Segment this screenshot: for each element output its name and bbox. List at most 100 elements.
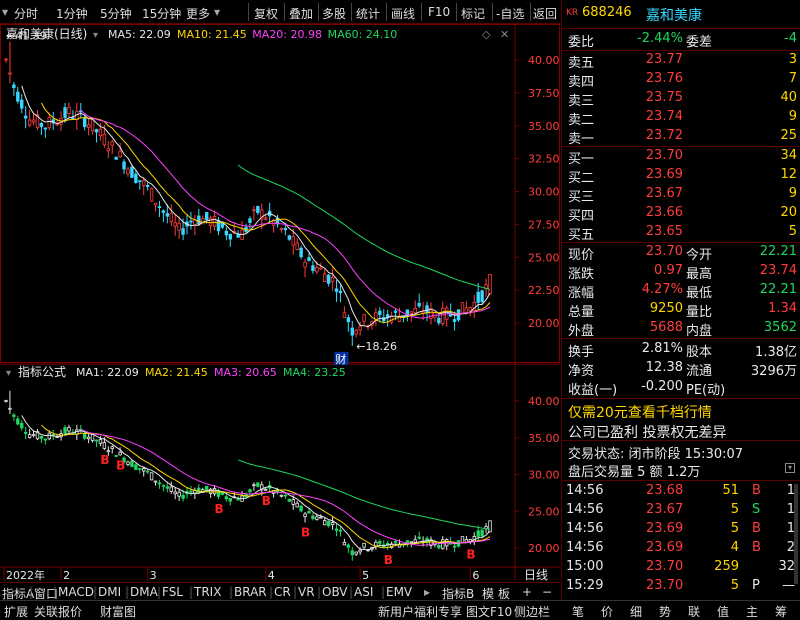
kline-candle[interactable] bbox=[208, 217, 213, 226]
indicator-tab[interactable]: ASI bbox=[354, 585, 373, 599]
indicator-tab[interactable]: BRAR bbox=[234, 585, 267, 599]
kline-candle[interactable] bbox=[197, 215, 201, 225]
indicator-tab[interactable]: OBV bbox=[322, 585, 348, 599]
f10-graphic-link[interactable]: 图文F10 bbox=[466, 603, 512, 620]
kline-candle[interactable] bbox=[279, 228, 284, 230]
kline-candle[interactable] bbox=[110, 141, 114, 146]
kline-candle[interactable] bbox=[311, 265, 315, 271]
kline-candle[interactable] bbox=[134, 173, 138, 183]
kline-candle[interactable] bbox=[153, 202, 158, 206]
kline-candle[interactable] bbox=[161, 210, 166, 213]
kline-candle[interactable] bbox=[67, 106, 71, 114]
kline-candle[interactable] bbox=[338, 290, 343, 294]
kline-candle[interactable] bbox=[460, 302, 465, 315]
multi-stock-button[interactable]: 多股 bbox=[322, 5, 346, 22]
kline-candle[interactable] bbox=[476, 291, 480, 303]
kline-candle[interactable] bbox=[224, 230, 229, 236]
settings-dropdown-icon[interactable]: ▾ bbox=[93, 30, 98, 41]
period-tab-5min[interactable]: 5分钟 bbox=[100, 5, 132, 22]
period-tab-15min[interactable]: 15分钟 bbox=[142, 5, 181, 22]
side-view-tab[interactable]: 价 bbox=[601, 603, 613, 620]
side-view-tab[interactable]: 势 bbox=[659, 603, 671, 620]
kline-candle[interactable] bbox=[189, 220, 193, 223]
kline-candle[interactable] bbox=[106, 148, 111, 152]
mark-button[interactable]: 标记 bbox=[461, 5, 485, 22]
f10-button[interactable]: F10 bbox=[428, 5, 450, 19]
related-quote-tab[interactable]: 关联报价 bbox=[34, 603, 82, 620]
kline-candle[interactable] bbox=[157, 206, 162, 208]
kline-candle[interactable] bbox=[362, 314, 366, 322]
kline-candle[interactable] bbox=[149, 188, 154, 202]
kline-candle[interactable] bbox=[90, 119, 95, 132]
kline-candle[interactable] bbox=[27, 119, 32, 126]
financial-report-label[interactable]: 财 bbox=[335, 352, 346, 366]
indicator-tab[interactable]: DMA bbox=[130, 585, 158, 599]
kline-candle[interactable] bbox=[441, 307, 445, 324]
fuquan-button[interactable]: 复权 bbox=[254, 5, 278, 22]
kline-candle[interactable] bbox=[94, 129, 99, 133]
close-panel-icon[interactable]: ✕ bbox=[500, 28, 509, 41]
kline-candle[interactable] bbox=[138, 180, 142, 183]
kline-candle[interactable] bbox=[326, 274, 331, 284]
expand-icon[interactable]: ▾ bbox=[785, 463, 795, 473]
kline-candle[interactable] bbox=[118, 151, 122, 157]
indicator-tab[interactable]: FSL bbox=[162, 585, 183, 599]
kline-candle[interactable] bbox=[165, 213, 170, 217]
kline-candle[interactable] bbox=[452, 319, 457, 322]
kline-candle[interactable] bbox=[295, 242, 299, 250]
indicator-tab[interactable]: VR bbox=[298, 585, 315, 599]
kline-candle[interactable] bbox=[264, 217, 268, 220]
indicator-dropdown-icon[interactable]: ▾ bbox=[6, 368, 11, 379]
side-view-tab[interactable]: 笔 bbox=[572, 603, 584, 620]
expand-tab[interactable]: 扩展 bbox=[4, 603, 28, 620]
kline-candle[interactable] bbox=[145, 185, 150, 188]
indicator-tab[interactable]: TRIX bbox=[194, 585, 221, 599]
indicator-tab[interactable]: EMV bbox=[386, 585, 412, 599]
kline-candle[interactable] bbox=[23, 115, 28, 119]
kline-candle[interactable] bbox=[71, 117, 75, 120]
period-tab-more[interactable]: 更多 bbox=[186, 5, 210, 22]
kline-candle[interactable] bbox=[181, 228, 185, 235]
kline-candle[interactable] bbox=[315, 267, 319, 273]
kline-candle[interactable] bbox=[334, 288, 339, 292]
promo-text[interactable]: 仅需20元查看千档行情 bbox=[568, 402, 712, 422]
kline-candle[interactable] bbox=[47, 117, 51, 129]
kline-candle[interactable] bbox=[114, 156, 118, 160]
indicator-tab[interactable]: CR bbox=[274, 585, 291, 599]
kline-candle[interactable] bbox=[417, 302, 421, 307]
kline-candle[interactable] bbox=[330, 277, 335, 282]
kline-candle[interactable] bbox=[16, 91, 20, 102]
kline-candle[interactable] bbox=[413, 308, 417, 314]
kline-candle[interactable] bbox=[291, 236, 295, 246]
side-view-tab[interactable]: 细 bbox=[630, 603, 642, 620]
kline-candle[interactable] bbox=[342, 312, 347, 318]
kline-candle[interactable] bbox=[303, 261, 307, 268]
promo-row[interactable]: 仅需20元查看千档行情 bbox=[562, 401, 800, 421]
kline-candle[interactable] bbox=[130, 166, 134, 178]
side-view-tab[interactable]: 值 bbox=[717, 603, 729, 620]
kline-candle[interactable] bbox=[98, 128, 103, 137]
kline-candle[interactable] bbox=[169, 213, 173, 223]
new-user-benefit-link[interactable]: 新用户福利专享 bbox=[378, 603, 462, 620]
kline-candle[interactable] bbox=[346, 317, 351, 323]
kline-candle[interactable] bbox=[425, 305, 429, 314]
kline-candle[interactable] bbox=[31, 119, 36, 123]
kline-candle[interactable] bbox=[287, 235, 292, 240]
indicator-tab[interactable]: MACD bbox=[58, 585, 94, 599]
kline-candle[interactable] bbox=[63, 107, 67, 118]
dropdown-icon[interactable]: ▾ bbox=[2, 5, 8, 19]
kline-candle[interactable] bbox=[488, 273, 492, 295]
kline-candle[interactable] bbox=[299, 247, 303, 258]
kline-candle[interactable] bbox=[228, 233, 232, 240]
more-dropdown-icon[interactable]: ▾ bbox=[214, 5, 220, 19]
sidebar-link[interactable]: 侧边栏 bbox=[514, 603, 550, 620]
kline-candle[interactable] bbox=[20, 99, 24, 109]
kline-candle[interactable] bbox=[378, 310, 382, 315]
back-button[interactable]: 返回 bbox=[533, 5, 557, 22]
kline-candle[interactable] bbox=[307, 257, 311, 262]
kline-candle[interactable] bbox=[248, 218, 252, 223]
stats-button[interactable]: 统计 bbox=[356, 5, 380, 22]
kline-candle[interactable] bbox=[323, 273, 327, 282]
kline-candle[interactable] bbox=[252, 209, 256, 212]
kline-candle[interactable] bbox=[39, 122, 44, 128]
